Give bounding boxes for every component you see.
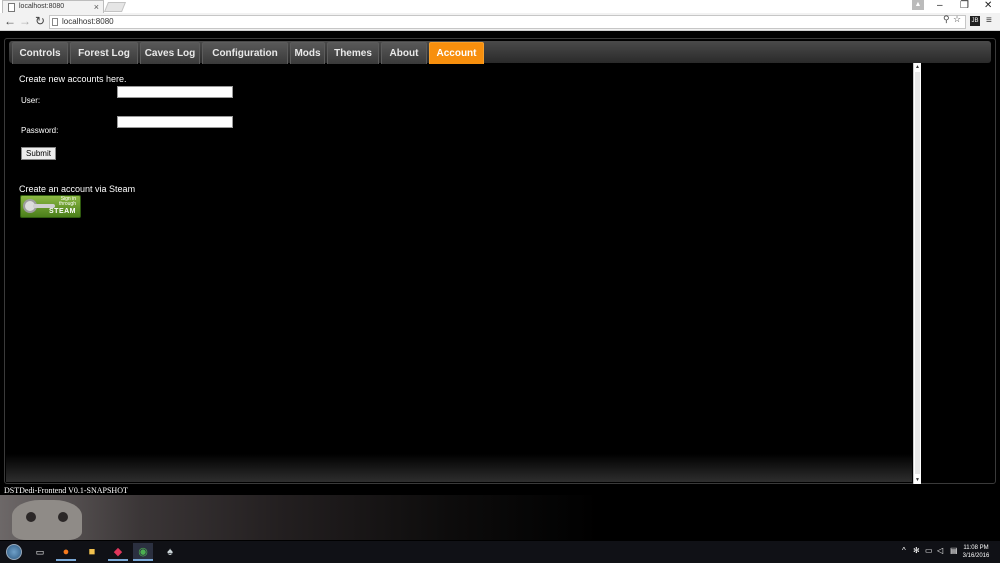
scroll-up-icon[interactable]: ▲ xyxy=(915,64,920,70)
forward-arrow-icon[interactable]: → xyxy=(18,14,32,28)
steam-signin-button[interactable]: Sign in through STEAM xyxy=(20,195,81,218)
tray-app-icon[interactable]: ✻ xyxy=(913,546,920,555)
user-label: User: xyxy=(21,96,41,105)
clock-time: 11:08 PM xyxy=(963,545,989,551)
character-eye-left xyxy=(26,512,36,522)
main-nav: Controls Forest Log Caves Log Configurat… xyxy=(9,41,991,64)
steam-brand-text: STEAM xyxy=(49,208,76,215)
password-input[interactable] xyxy=(117,116,233,128)
browser-tab-title: localhost:8080 xyxy=(19,3,65,10)
steam-through-text: through xyxy=(59,201,76,207)
bookmark-star-icon[interactable]: ☆ xyxy=(953,13,961,25)
clock-date: 3/16/2016 xyxy=(962,553,990,559)
minimize-button[interactable]: – xyxy=(937,0,943,12)
tray-chevron-icon[interactable]: ^ xyxy=(902,546,906,555)
user-profile-icon[interactable]: ▲ xyxy=(912,0,924,10)
account-panel: Create new accounts here. User: Password… xyxy=(14,65,910,475)
firefox-icon[interactable]: ● xyxy=(56,543,76,561)
start-button[interactable] xyxy=(6,544,22,560)
close-tab-icon[interactable]: × xyxy=(94,1,99,13)
version-text: DSTDedi-Frontend V0.1-SNAPSHOT xyxy=(4,486,128,495)
reload-icon[interactable]: ↻ xyxy=(33,14,47,28)
character-eye-right xyxy=(58,512,68,522)
url-text: localhost:8080 xyxy=(62,17,114,26)
address-bar[interactable]: localhost:8080 xyxy=(49,15,966,29)
browser-toolbar: ← → ↻ localhost:8080 ⚲ ☆ xyxy=(0,13,1000,31)
file-explorer-icon[interactable]: ■ xyxy=(82,543,102,561)
restore-button[interactable]: ❐ xyxy=(960,0,969,12)
background-art xyxy=(0,495,1000,540)
app-frame: Controls Forest Log Caves Log Configurat… xyxy=(4,38,996,484)
new-tab-button[interactable] xyxy=(103,2,127,12)
volume-icon[interactable]: ◁ xyxy=(937,546,943,555)
steam-intro-text: Create an account via Steam xyxy=(19,184,136,194)
scroll-down-icon[interactable]: ▼ xyxy=(915,477,920,483)
tab-configuration[interactable]: Configuration xyxy=(202,42,288,64)
tab-caves-log[interactable]: Caves Log xyxy=(140,42,200,64)
app-bird-icon[interactable]: ♠ xyxy=(160,543,180,561)
tab-themes[interactable]: Themes xyxy=(327,42,379,64)
page-icon xyxy=(8,3,15,12)
tab-about[interactable]: About xyxy=(381,42,427,64)
back-arrow-icon[interactable]: ← xyxy=(3,14,17,28)
tab-account[interactable]: Account xyxy=(429,42,484,64)
user-input[interactable] xyxy=(117,86,233,98)
scroll-thumb[interactable] xyxy=(915,72,920,474)
extension-icon[interactable]: JB xyxy=(970,16,980,26)
app-footer xyxy=(6,454,912,482)
page-icon xyxy=(52,18,58,26)
close-window-button[interactable]: ✕ xyxy=(984,0,992,12)
chrome-menu-icon[interactable]: ≡ xyxy=(986,15,992,27)
task-view-icon[interactable]: ▭ xyxy=(30,543,50,561)
notification-icon[interactable]: ▤ xyxy=(950,546,958,555)
character-art xyxy=(12,500,82,540)
submit-button[interactable]: Submit xyxy=(21,147,56,160)
browser-tab[interactable]: localhost:8080 × xyxy=(2,0,104,13)
tab-mods[interactable]: Mods xyxy=(290,42,325,64)
tab-forest-log[interactable]: Forest Log xyxy=(70,42,138,64)
windows-taskbar: ▭ ● ■ ◆ ◉ ♠ ^ ✻ ▭ ◁ ▤ 11:08 PM 3/16/2016 xyxy=(0,541,1000,563)
taskbar-clock[interactable]: 11:08 PM 3/16/2016 xyxy=(962,544,990,560)
key-icon[interactable]: ⚲ xyxy=(943,13,950,25)
tab-controls[interactable]: Controls xyxy=(12,42,68,64)
browser-tabstrip: localhost:8080 × ▲ – ❐ ✕ xyxy=(0,0,1000,13)
account-intro-text: Create new accounts here. xyxy=(19,74,127,84)
intellij-icon[interactable]: ◆ xyxy=(108,543,128,561)
chrome-icon[interactable]: ◉ xyxy=(133,543,153,561)
password-label: Password: xyxy=(21,126,59,135)
network-icon[interactable]: ▭ xyxy=(925,546,933,555)
panel-scrollbar[interactable]: ▲ ▼ xyxy=(913,63,921,484)
